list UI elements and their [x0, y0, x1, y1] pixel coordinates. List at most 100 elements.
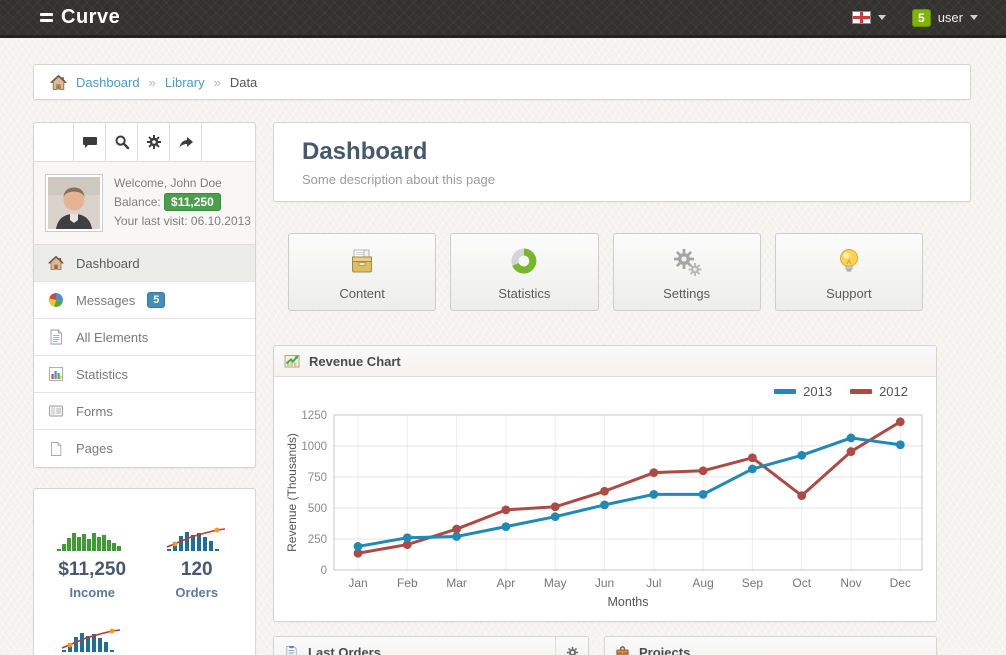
main-content: Dashboard Some description about this pa…: [273, 122, 971, 655]
svg-text:Nov: Nov: [840, 576, 861, 590]
legend-swatch-2012: [850, 389, 872, 394]
user-dropdown[interactable]: 5 user: [912, 9, 978, 27]
top-navbar: Curve 5 user: [0, 0, 1006, 38]
page-title: Dashboard: [302, 138, 942, 166]
settings-tab[interactable]: [138, 123, 170, 161]
card-box-icon: [346, 246, 378, 278]
welcome-text: Welcome, John Doe: [114, 174, 251, 193]
messages-count-badge: 5: [147, 292, 165, 308]
document-icon: [48, 329, 64, 345]
share-tab[interactable]: [170, 123, 202, 161]
england-flag-icon: [852, 11, 871, 24]
pie-chart-icon: [48, 292, 64, 308]
breadcrumb-current: Data: [230, 75, 257, 90]
svg-text:1000: 1000: [301, 441, 327, 453]
svg-text:Months: Months: [608, 595, 649, 609]
sidebar-tab-spacer: [202, 123, 255, 161]
sidebar-item-pages[interactable]: Pages: [34, 430, 255, 467]
sidebar-item-dashboard[interactable]: Dashboard: [34, 245, 255, 282]
home-icon[interactable]: [50, 74, 67, 91]
svg-text:Apr: Apr: [497, 576, 516, 590]
sidebar-item-forms[interactable]: Forms: [34, 393, 255, 430]
sidebar-item-messages[interactable]: Messages 5: [34, 282, 255, 319]
balance-badge: $11,250: [164, 193, 221, 211]
page-header-panel: Dashboard Some description about this pa…: [273, 122, 971, 202]
avatar: [45, 174, 103, 232]
stat-label: Orders: [145, 585, 250, 600]
stat-files: 30 Files: [40, 626, 145, 655]
legend-label: 2013: [803, 384, 832, 399]
breadcrumb: Dashboard » Library » Data: [33, 64, 971, 100]
sidebar-item-all-elements[interactable]: All Elements: [34, 319, 255, 356]
revenue-line-chart: 025050075010001250JanFebMarAprMayJunJulA…: [284, 403, 926, 615]
home-icon: [48, 255, 64, 271]
svg-text:Feb: Feb: [397, 576, 418, 590]
app-logo-label: Curve: [61, 6, 120, 29]
search-icon: [114, 134, 130, 150]
panel-settings-button[interactable]: [555, 637, 588, 655]
stat-value: 120: [145, 559, 250, 581]
stat-income: $11,250 Income: [40, 525, 145, 600]
breadcrumb-link-dashboard[interactable]: Dashboard: [76, 75, 140, 90]
menu-label: Messages: [76, 293, 135, 308]
page-icon: [48, 441, 64, 457]
caret-down-icon: [970, 15, 978, 20]
chat-tab[interactable]: [74, 123, 106, 161]
app-logo[interactable]: Curve: [40, 6, 120, 29]
svg-text:Oct: Oct: [792, 576, 811, 590]
shortcut-label: Settings: [614, 286, 760, 301]
content-button[interactable]: Content: [288, 233, 436, 311]
svg-text:750: 750: [308, 472, 327, 484]
chat-icon: [82, 134, 98, 150]
menu-label: Statistics: [76, 367, 128, 382]
shortcut-label: Support: [776, 286, 922, 301]
gear-icon: [566, 646, 579, 655]
donut-chart-icon: [508, 246, 540, 278]
chart-legend: 2013 2012: [284, 379, 926, 403]
sidebar-menu: Dashboard Messages 5 All Elements Statis…: [34, 245, 255, 467]
menu-label: Pages: [76, 441, 113, 456]
share-arrow-icon: [178, 134, 194, 150]
svg-text:Jan: Jan: [348, 576, 367, 590]
breadcrumb-separator: »: [214, 75, 221, 90]
revenue-chart-icon: [284, 353, 300, 369]
menu-label: Dashboard: [76, 256, 140, 271]
legend-swatch-2013: [774, 389, 796, 394]
breadcrumb-link-library[interactable]: Library: [165, 75, 205, 90]
stat-value: $11,250: [40, 559, 145, 581]
svg-text:0: 0: [321, 565, 327, 577]
briefcase-icon: [615, 645, 630, 655]
revenue-chart-header: Revenue Chart: [274, 346, 936, 377]
svg-text:Sep: Sep: [742, 576, 764, 590]
legend-entry-2013: 2013: [774, 384, 832, 399]
files-sparkline-icon: [60, 626, 124, 653]
statistics-button[interactable]: Statistics: [450, 233, 598, 311]
svg-text:Jul: Jul: [646, 576, 661, 590]
language-dropdown[interactable]: [852, 11, 886, 24]
orders-sparkline-icon: [165, 525, 229, 552]
svg-text:Revenue (Thousands): Revenue (Thousands): [285, 433, 299, 552]
gear-icon: [146, 134, 162, 150]
menu-toggle-icon[interactable]: [40, 10, 53, 25]
sidebar-item-statistics[interactable]: Statistics: [34, 356, 255, 393]
projects-panel: Projects: [604, 636, 937, 655]
stat-label: Income: [40, 585, 145, 600]
stat-orders: 120 Orders: [145, 525, 250, 600]
settings-button[interactable]: Settings: [613, 233, 761, 311]
form-icon: [48, 403, 64, 419]
svg-text:May: May: [544, 576, 567, 590]
last-orders-panel: Last Orders: [273, 636, 589, 655]
breadcrumb-separator: »: [149, 75, 156, 90]
revenue-chart-panel: Revenue Chart 2013 2012 0250500750100012: [273, 345, 937, 622]
gears-icon: [670, 245, 704, 279]
support-button[interactable]: Support: [775, 233, 923, 311]
shortcut-buttons: Content Statistics Settings Support: [288, 233, 923, 311]
balance-label: Balance:: [114, 195, 161, 209]
svg-text:Jun: Jun: [595, 576, 614, 590]
caret-down-icon: [878, 15, 886, 20]
sidebar: Welcome, John Doe Balance: $11,250 Your …: [33, 122, 256, 655]
svg-text:Aug: Aug: [692, 576, 713, 590]
sidebar-tab-spacer: [34, 123, 74, 161]
user-profile: Welcome, John Doe Balance: $11,250 Your …: [34, 161, 255, 245]
search-tab[interactable]: [106, 123, 138, 161]
